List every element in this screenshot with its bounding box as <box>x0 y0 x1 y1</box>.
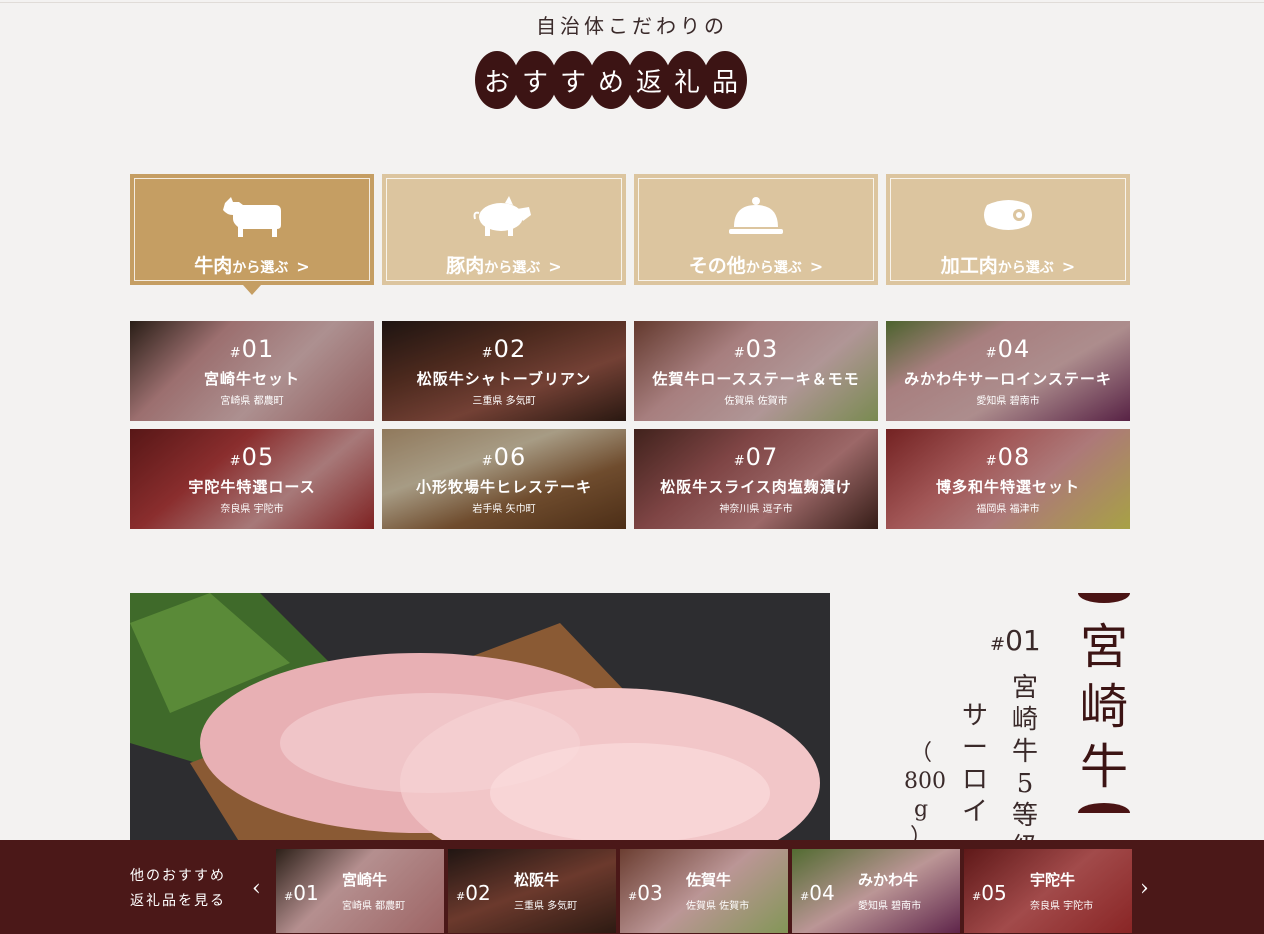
category-label-small: から選ぶ <box>997 260 1054 276</box>
carousel-item-location: 奈良県 宇陀市 <box>1030 901 1094 912</box>
carousel-item[interactable]: #05 宇陀牛 奈良県 宇陀市 <box>964 849 1132 933</box>
product-location: 福岡県 福津市 <box>976 504 1040 515</box>
product-tile[interactable]: #01 宮崎牛セット 宮崎県 都農町 <box>130 321 374 421</box>
category-label-small: から選ぶ <box>484 260 541 276</box>
chevron-right-icon[interactable]: › <box>1140 876 1149 901</box>
chevron-right-icon: > <box>548 257 562 276</box>
chevron-right-icon: > <box>1061 257 1076 276</box>
carousel-item-location: 愛知県 碧南市 <box>858 901 922 912</box>
feature-number: #01 <box>990 624 1041 657</box>
chevron-right-icon: > <box>809 257 824 276</box>
product-name: みかわ牛サーロインステーキ <box>904 370 1112 388</box>
product-tile[interactable]: #07 松阪牛スライス肉塩麹漬け 神奈川県 逗子市 <box>634 429 878 529</box>
product-number: 07 <box>745 443 779 471</box>
bracket-bottom <box>1078 803 1130 813</box>
feature-desc-col1: 宮 崎 牛 5 等 級 <box>1011 673 1038 863</box>
carousel-item-name: 宇陀牛 <box>1030 871 1076 889</box>
section-subtitle: 自治体こだわりの <box>536 14 728 38</box>
product-location: 宮崎県 都農町 <box>220 396 284 407</box>
cow-icon <box>219 193 285 243</box>
feature-weight: （ 800 g ） <box>904 741 946 850</box>
category-label: 加工肉 <box>940 255 998 277</box>
product-number: 04 <box>997 335 1031 363</box>
bottom-recommend-bar: 他のおすすめ 返礼品を見る ‹ #01 宮崎牛 宮崎県 都農町 #02 松阪牛 … <box>0 840 1264 934</box>
product-tile[interactable]: #03 佐賀牛ロースステーキ＆モモ 佐賀県 佐賀市 <box>634 321 878 421</box>
carousel-item-location: 三重県 多気町 <box>514 901 578 912</box>
product-number: 06 <box>493 443 527 471</box>
category-tab-other[interactable]: その他から選ぶ > <box>634 174 878 285</box>
product-tile[interactable]: #02 松阪牛シャトーブリアン 三重県 多気町 <box>382 321 626 421</box>
carousel-item-name: みかわ牛 <box>858 871 919 889</box>
product-name: 佐賀牛ロースステーキ＆モモ <box>652 370 860 388</box>
category-label: 牛肉 <box>194 255 233 277</box>
product-number: 05 <box>241 443 275 471</box>
top-divider <box>0 2 1264 3</box>
feature-image <box>130 593 830 843</box>
carousel-item-location: 佐賀県 佐賀市 <box>686 901 750 912</box>
product-location: 三重県 多気町 <box>472 396 536 407</box>
product-name: 小形牧場牛ヒレステーキ <box>415 478 592 496</box>
category-label-small: から選ぶ <box>745 260 802 276</box>
carousel-item[interactable]: #03 佐賀牛 佐賀県 佐賀市 <box>620 849 788 933</box>
product-name: 博多和牛特選セット <box>935 478 1080 496</box>
product-number: 08 <box>997 443 1031 471</box>
product-name: 松阪牛スライス肉塩麹漬け <box>660 478 852 496</box>
product-location: 佐賀県 佐賀市 <box>724 396 788 407</box>
category-label: 豚肉 <box>446 255 485 277</box>
category-tab-processed[interactable]: 加工肉から選ぶ > <box>886 174 1130 285</box>
bottom-bar-label: 他のおすすめ 返礼品を見る <box>130 868 226 909</box>
product-tile[interactable]: #04 みかわ牛サーロインステーキ 愛知県 碧南市 <box>886 321 1130 421</box>
product-tile[interactable]: #05 宇陀牛特選ロース 奈良県 宇陀市 <box>130 429 374 529</box>
carousel-item-name: 松阪牛 <box>514 871 560 889</box>
category-label-small: から選ぶ <box>232 260 289 276</box>
product-location: 愛知県 碧南市 <box>976 396 1040 407</box>
category-label: その他 <box>688 255 746 277</box>
feature-brand: 宮 崎 牛 <box>1079 619 1128 795</box>
feature-desc-col2: サ ー ロ イ <box>961 701 988 827</box>
title-char: 品 <box>703 51 747 109</box>
meat-icon <box>975 193 1041 243</box>
carousel-item-name: 宮崎牛 <box>342 871 388 889</box>
category-tab-beef[interactable]: 牛肉から選ぶ > <box>130 174 374 285</box>
product-location: 神奈川県 逗子市 <box>719 504 793 515</box>
carousel-item[interactable]: #04 みかわ牛 愛知県 碧南市 <box>792 849 960 933</box>
product-name: 宮崎牛セット <box>203 370 300 388</box>
product-name: 松阪牛シャトーブリアン <box>416 370 592 388</box>
product-tile[interactable]: #06 小形牧場牛ヒレステーキ 岩手県 矢巾町 <box>382 429 626 529</box>
bracket-top <box>1078 593 1130 603</box>
chevron-right-icon: > <box>296 257 310 276</box>
carousel-item[interactable]: #01 宮崎牛 宮崎県 都農町 <box>276 849 444 933</box>
section-title: お す す め 返 礼 品 <box>475 51 747 109</box>
product-name: 宇陀牛特選ロース <box>188 478 316 496</box>
carousel-item-name: 佐賀牛 <box>686 871 732 889</box>
pig-icon <box>471 193 537 243</box>
product-location: 奈良県 宇陀市 <box>220 504 284 515</box>
product-number: 01 <box>241 335 275 363</box>
category-tab-pork[interactable]: 豚肉から選ぶ > <box>382 174 626 285</box>
carousel-item[interactable]: #02 松阪牛 三重県 多気町 <box>448 849 616 933</box>
active-tab-pointer <box>243 285 261 295</box>
product-location: 岩手県 矢巾町 <box>472 504 536 515</box>
product-number: 02 <box>493 335 527 363</box>
chevron-left-icon[interactable]: ‹ <box>252 876 261 901</box>
product-tile[interactable]: #08 博多和牛特選セット 福岡県 福津市 <box>886 429 1130 529</box>
cloche-icon <box>723 193 789 243</box>
carousel-item-location: 宮崎県 都農町 <box>342 901 406 912</box>
product-number: 03 <box>745 335 779 363</box>
